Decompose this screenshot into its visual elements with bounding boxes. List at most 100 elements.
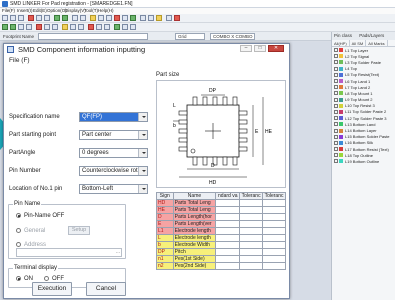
tab-all-sm[interactable]: All SM (350, 40, 367, 46)
layer-row[interactable]: L19 Bottom Outline (332, 158, 395, 164)
cell-standard-value[interactable] (215, 213, 241, 221)
setup-button[interactable]: Setup (68, 226, 90, 235)
checkbox-icon[interactable] (334, 97, 338, 102)
cell-tolerance-minus[interactable] (262, 234, 286, 242)
checkbox-icon[interactable] (334, 54, 338, 59)
checkbox-icon[interactable] (334, 159, 338, 164)
general-radio[interactable]: General (16, 228, 45, 234)
cell-standard-value[interactable] (215, 234, 241, 242)
cell-tolerance-minus[interactable] (262, 220, 286, 228)
zoom-in-icon[interactable] (72, 15, 78, 21)
rect-icon[interactable] (122, 15, 128, 21)
cell-standard-value[interactable] (215, 206, 241, 214)
checkbox-icon[interactable] (334, 66, 338, 71)
checkbox-icon[interactable] (334, 116, 338, 121)
cell-tolerance-plus[interactable] (239, 255, 264, 263)
checkbox-icon[interactable] (334, 48, 338, 53)
cell-tolerance-minus[interactable] (262, 227, 286, 235)
address-field[interactable]: ... (16, 248, 122, 257)
grid-icon[interactable] (148, 15, 154, 21)
save-icon[interactable] (18, 15, 24, 21)
cell-standard-value[interactable] (215, 220, 241, 228)
pin-icon[interactable] (62, 24, 68, 30)
copy-icon[interactable] (36, 15, 42, 21)
checkbox-icon[interactable] (334, 79, 338, 84)
cell-tolerance-minus[interactable] (262, 262, 286, 270)
checkbox-icon[interactable] (334, 103, 338, 108)
drc-icon[interactable] (88, 24, 94, 30)
new-icon[interactable] (2, 15, 8, 21)
cell-tolerance-plus[interactable] (239, 206, 264, 214)
rotate-icon[interactable] (18, 24, 24, 30)
zoom-out-icon[interactable] (80, 15, 86, 21)
cell-tolerance-minus[interactable] (262, 255, 286, 263)
cell-standard-value[interactable] (215, 227, 241, 235)
cell-tolerance-minus[interactable] (262, 206, 286, 214)
cell-standard-value[interactable] (215, 262, 241, 270)
cut-icon[interactable] (28, 15, 34, 21)
cell-tolerance-plus[interactable] (239, 227, 264, 235)
starting-point-combo[interactable]: Part center (79, 130, 148, 140)
cell-tolerance-plus[interactable] (239, 213, 264, 221)
snap-icon[interactable] (52, 24, 58, 30)
footprint-name-field[interactable] (38, 33, 148, 40)
dialog-menu-file[interactable]: File (F) (9, 57, 30, 64)
close-button[interactable]: ✕ (268, 45, 284, 52)
select-icon[interactable] (90, 15, 96, 21)
move-icon[interactable] (10, 24, 16, 30)
menu-insert[interactable]: Insert(I) (17, 8, 33, 13)
pin-number-combo[interactable]: Counterclockwise rota (79, 166, 148, 176)
grid-combo[interactable]: Grid (175, 33, 205, 40)
cell-tolerance-minus[interactable] (262, 248, 286, 256)
checkbox-icon[interactable] (334, 140, 338, 145)
menu-file[interactable]: File(F) (2, 8, 15, 13)
checkbox-icon[interactable] (334, 72, 338, 77)
library-icon[interactable] (104, 24, 110, 30)
tab-all-marks[interactable]: All Marks (366, 40, 388, 46)
menu-tool[interactable]: Tool(T) (84, 8, 98, 13)
fit-icon[interactable] (122, 24, 128, 30)
delete-icon[interactable] (174, 15, 180, 21)
cell-tolerance-plus[interactable] (239, 241, 264, 249)
paste-icon[interactable] (44, 15, 50, 21)
cell-tolerance-plus[interactable] (239, 262, 264, 270)
text-icon[interactable] (130, 15, 136, 21)
cell-standard-value[interactable] (215, 199, 241, 207)
part-angle-combo[interactable]: 0 degrees (79, 148, 148, 158)
checkbox-icon[interactable] (334, 128, 338, 133)
cell-standard-value[interactable] (215, 255, 241, 263)
cell-tolerance-minus[interactable] (262, 241, 286, 249)
align-icon[interactable] (44, 24, 50, 30)
arc-icon[interactable] (106, 15, 112, 21)
cell-tolerance-plus[interactable] (239, 234, 264, 242)
cell-tolerance-minus[interactable] (262, 213, 286, 221)
coord-combo[interactable]: COMBO X COMBO (210, 33, 255, 40)
menu-edit[interactable]: Edit(E) (33, 8, 47, 13)
flip-icon[interactable] (36, 24, 42, 30)
cell-standard-value[interactable] (215, 248, 241, 256)
menu-help[interactable]: Help(H) (98, 8, 114, 13)
minimize-button[interactable]: – (240, 45, 252, 52)
checkbox-icon[interactable] (334, 147, 338, 152)
spec-name-combo[interactable]: QF(FP) (79, 112, 148, 122)
circle-icon[interactable] (114, 15, 120, 21)
undo-icon[interactable] (54, 15, 60, 21)
property-icon[interactable] (96, 24, 102, 30)
refresh-icon[interactable] (114, 24, 120, 30)
mirror-icon[interactable] (26, 24, 32, 30)
tab-all-hp[interactable]: All(HP) (332, 40, 350, 46)
checkbox-icon[interactable] (334, 134, 338, 139)
menu-display[interactable]: Display(V) (65, 8, 86, 13)
pin-name-off-radio[interactable]: Pin-Name OFF (16, 213, 64, 219)
checkbox-icon[interactable] (334, 153, 338, 158)
cancel-button[interactable]: Cancel (86, 282, 126, 296)
checkbox-icon[interactable] (334, 85, 338, 90)
cell-standard-value[interactable] (215, 241, 241, 249)
pin1-location-combo[interactable]: Bottom-Left (79, 184, 148, 194)
pointer-icon[interactable] (2, 24, 8, 30)
maximize-button[interactable]: □ (254, 45, 266, 52)
checkbox-icon[interactable] (334, 109, 338, 114)
checkbox-icon[interactable] (334, 60, 338, 65)
print-icon[interactable] (130, 24, 136, 30)
cell-tolerance-plus[interactable] (239, 199, 264, 207)
